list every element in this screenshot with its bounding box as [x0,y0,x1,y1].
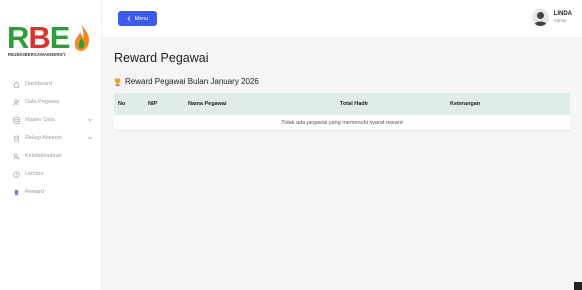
corner-marker [574,282,582,290]
sidebar-item-dashboard[interactable]: Dashboard [0,75,102,93]
chevron-down-icon [88,136,92,140]
logo-brand: RBE [7,20,70,55]
sidebar: RBE REZEKIBERSAMAENERGY Dashboard Data P… [0,0,102,290]
clock-icon [12,170,20,178]
logo-tagline: REZEKIBERSAMAENERGY [8,52,67,57]
sidebar-nav: Dashboard Data Pegawai Master Data Rekap… [0,75,102,201]
database-icon [12,116,20,124]
section-title: Reward Pegawai Bulan January 2026 [125,77,259,86]
flame-icon [74,25,90,51]
column-header-total-hadir[interactable]: Total Hadir [340,101,368,107]
main-area: Menu LINDA Admin Reward Pegawai Reward P… [102,0,582,290]
sidebar-item-data-pegawai[interactable]: Data Pegawai [0,93,102,111]
chevron-left-icon [127,16,130,21]
page-title: Reward Pegawai [114,51,209,65]
avatar [531,9,549,26]
column-header-nip[interactable]: NIP [148,101,157,107]
empty-message: Tidak ada pegawai yang memenuhi syarat r… [281,119,403,126]
app-root: RBE REZEKIBERSAMAENERGY Dashboard Data P… [0,0,582,290]
sidebar-item-reward[interactable]: Reward [0,183,102,201]
reward-table: No NIP Nama Pegawai Total Hadir Keterang… [114,93,570,131]
sidebar-item-rekap-absensi[interactable]: Rekap Absensi [0,129,102,147]
trophy-icon [115,78,120,86]
user-profile[interactable]: LINDA Admin [531,9,572,26]
top-bar: Menu LINDA Admin [102,0,582,37]
menu-button[interactable]: Menu [118,11,157,26]
column-header-keterangan[interactable]: Keterangan [450,101,480,107]
award-icon [12,188,20,196]
user-name: LINDA [553,11,572,17]
clipboard-icon [12,134,20,142]
sidebar-item-label: Data Pegawai [25,99,60,105]
column-header-nama-pegawai[interactable]: Nama Pegawai [188,101,227,107]
user-x-icon [12,152,20,160]
sidebar-item-label: Reward [25,189,44,195]
sidebar-item-lembur[interactable]: Lembur [0,165,102,183]
home-icon [12,80,20,88]
sidebar-item-label: Rekap Absensi [25,135,62,141]
menu-button-label: Menu [134,15,149,22]
sidebar-item-label: Lembur [25,171,44,177]
sidebar-item-label: Ketidakhadiran [25,153,62,159]
chevron-down-icon [88,118,92,122]
sidebar-item-master-data[interactable]: Master Data [0,111,102,129]
table-header: No NIP Nama Pegawai Total Hadir Keterang… [114,93,570,115]
section-heading: Reward Pegawai Bulan January 2026 [114,77,259,86]
user-role: Admin [553,18,567,23]
sidebar-item-label: Master Data [25,117,55,123]
empty-row: Tidak ada pegawai yang memenuhi syarat r… [114,115,570,131]
column-header-no[interactable]: No [118,101,125,107]
content-area: Reward Pegawai Reward Pegawai Bulan Janu… [102,37,582,290]
company-logo[interactable]: RBE REZEKIBERSAMAENERGY [7,22,95,64]
sidebar-item-label: Dashboard [25,81,52,87]
sidebar-item-ketidakhadiran[interactable]: Ketidakhadiran [0,147,102,165]
users-icon [12,98,20,106]
